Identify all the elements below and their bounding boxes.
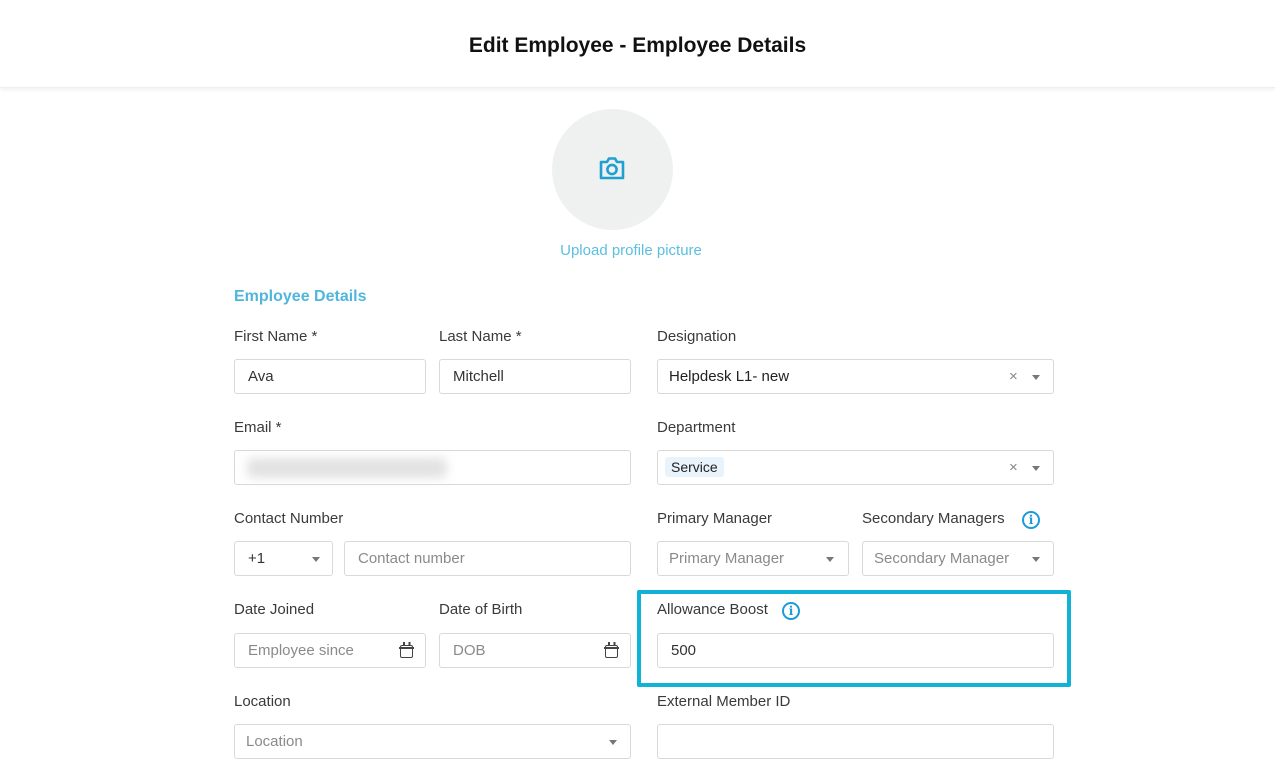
email-redacted-value: [247, 458, 447, 478]
country-code-value: +1: [248, 550, 266, 567]
allowance-boost-highlight: [637, 590, 1071, 687]
country-code-select[interactable]: +1: [234, 541, 333, 576]
header-bar: Edit Employee - Employee Details: [0, 0, 1275, 88]
first-name-label: First Name *: [234, 328, 318, 345]
primary-manager-label: Primary Manager: [657, 510, 773, 527]
last-name-value: Mitchell: [453, 368, 504, 385]
location-chevron-down-icon[interactable]: [609, 740, 617, 745]
designation-label: Designation: [657, 328, 737, 345]
designation-select[interactable]: Helpdesk L1- new ×: [657, 359, 1054, 394]
date-of-birth-placeholder: DOB: [453, 642, 486, 659]
camera-icon: [599, 157, 625, 180]
page-title: Edit Employee - Employee Details: [468, 34, 807, 57]
external-member-id-input[interactable]: [657, 724, 1054, 759]
date-of-birth-label: Date of Birth: [439, 601, 523, 618]
location-label: Location: [234, 693, 291, 710]
date-joined-input[interactable]: Employee since: [234, 633, 426, 668]
date-joined-label: Date Joined: [234, 601, 315, 618]
date-joined-calendar-icon[interactable]: [399, 642, 414, 658]
date-joined-placeholder: Employee since: [248, 642, 354, 659]
department-chevron-down-icon[interactable]: [1032, 466, 1040, 471]
primary-manager-select[interactable]: Primary Manager: [657, 541, 849, 576]
last-name-input[interactable]: Mitchell: [439, 359, 631, 394]
designation-value: Helpdesk L1- new: [669, 368, 790, 385]
upload-profile-picture-link[interactable]: Upload profile picture: [0, 242, 1262, 259]
department-tag: Service: [665, 457, 724, 477]
secondary-managers-info-icon[interactable]: i: [1022, 511, 1040, 529]
primary-manager-chevron-down-icon[interactable]: [826, 557, 834, 562]
secondary-managers-chevron-down-icon[interactable]: [1032, 557, 1040, 562]
designation-clear-icon[interactable]: ×: [1009, 369, 1018, 384]
date-of-birth-input[interactable]: DOB: [439, 633, 631, 668]
date-of-birth-calendar-icon[interactable]: [604, 642, 619, 658]
email-label: Email *: [234, 419, 282, 436]
secondary-managers-label: Secondary Managers: [862, 510, 1005, 527]
primary-manager-placeholder: Primary Manager: [669, 550, 785, 567]
department-clear-icon[interactable]: ×: [1009, 460, 1018, 475]
location-select[interactable]: Location: [234, 724, 631, 759]
external-member-id-label: External Member ID: [657, 693, 791, 710]
location-placeholder: Location: [246, 733, 303, 750]
first-name-value: Ava: [248, 368, 274, 385]
profile-picture-upload[interactable]: [552, 109, 673, 230]
contact-number-placeholder: Contact number: [358, 550, 465, 567]
designation-chevron-down-icon[interactable]: [1032, 375, 1040, 380]
first-name-input[interactable]: Ava: [234, 359, 426, 394]
section-title: Employee Details: [234, 288, 367, 305]
country-code-chevron-down-icon[interactable]: [312, 557, 320, 562]
last-name-label: Last Name *: [439, 328, 522, 345]
department-label: Department: [657, 419, 736, 436]
department-select[interactable]: Service ×: [657, 450, 1054, 485]
secondary-managers-select[interactable]: Secondary Manager: [862, 541, 1054, 576]
secondary-managers-placeholder: Secondary Manager: [874, 550, 1010, 567]
contact-number-input[interactable]: Contact number: [344, 541, 631, 576]
contact-number-label: Contact Number: [234, 510, 344, 527]
email-input[interactable]: [234, 450, 631, 485]
